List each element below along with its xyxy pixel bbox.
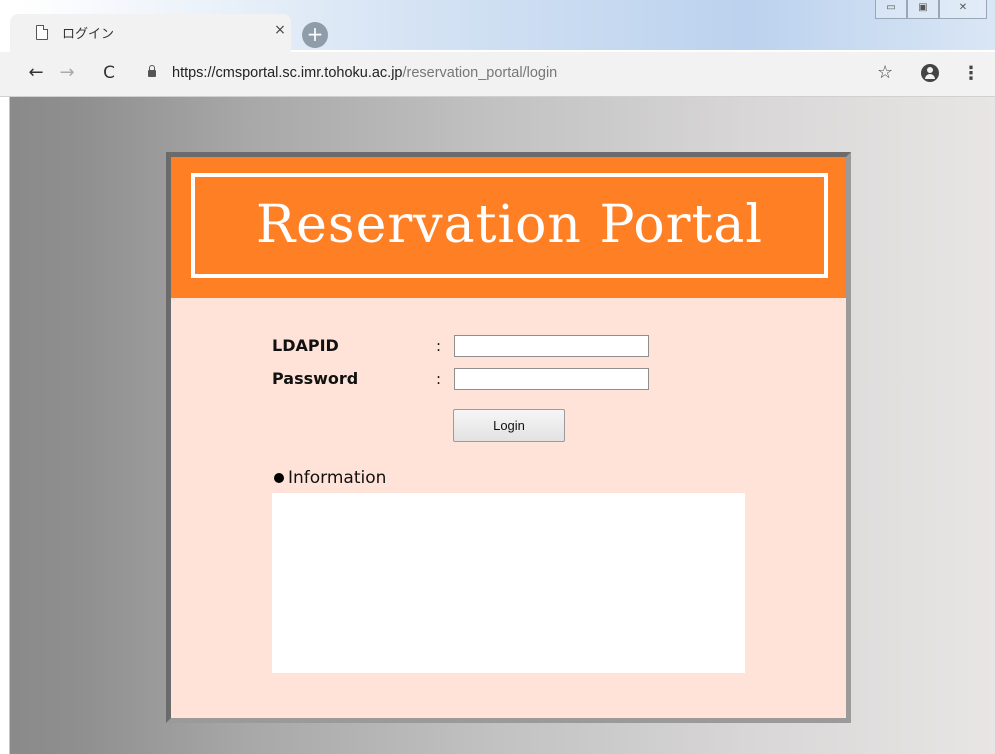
- url-text[interactable]: https://cmsportal.sc.imr.tohoku.ac.jp/re…: [172, 65, 557, 81]
- url-path: /reservation_portal/login: [402, 65, 558, 81]
- browser-toolbar: ← → C https://cmsportal.sc.imr.tohoku.ac…: [0, 52, 995, 97]
- information-box: [272, 493, 745, 673]
- close-window-button[interactable]: ✕: [939, 0, 987, 19]
- maximize-button[interactable]: ▣: [907, 0, 939, 19]
- password-input[interactable]: [454, 368, 649, 390]
- password-colon: :: [436, 370, 442, 388]
- minimize-button[interactable]: ▭: [875, 0, 907, 19]
- reload-icon[interactable]: C: [98, 62, 120, 84]
- forward-arrow-icon[interactable]: →: [56, 62, 78, 84]
- bookmark-star-icon[interactable]: ☆: [877, 62, 893, 84]
- tab-close-icon[interactable]: ×: [272, 22, 288, 38]
- browser-tab[interactable]: ログイン ×: [10, 14, 291, 52]
- ldapid-colon: :: [436, 337, 442, 355]
- ldapid-label: LDAPID: [272, 336, 339, 355]
- login-panel: Reservation Portal LDAPID : Password : L…: [166, 152, 851, 723]
- portal-banner: Reservation Portal: [171, 157, 846, 298]
- login-button[interactable]: Login: [453, 409, 565, 442]
- page-viewport: Reservation Portal LDAPID : Password : L…: [0, 97, 995, 754]
- password-label: Password: [272, 369, 359, 388]
- portal-title: Reservation Portal: [255, 195, 764, 255]
- address-bar[interactable]: https://cmsportal.sc.imr.tohoku.ac.jp/re…: [132, 58, 912, 90]
- ldapid-input[interactable]: [454, 335, 649, 357]
- window-controls: ▭ ▣ ✕: [875, 0, 987, 20]
- information-heading-text: Information: [288, 468, 387, 488]
- window-edge: [0, 0, 10, 50]
- tab-title: ログイン: [62, 27, 115, 42]
- browser-menu-icon[interactable]: ⋮: [962, 63, 980, 85]
- new-tab-button[interactable]: +: [302, 22, 328, 48]
- browser-titlebar: ログイン × + ▭ ▣ ✕: [0, 0, 995, 52]
- lock-icon[interactable]: [148, 65, 156, 77]
- bullet-icon: [274, 473, 284, 483]
- account-icon[interactable]: [921, 64, 939, 82]
- url-host: https://cmsportal.sc.imr.tohoku.ac.jp: [172, 65, 403, 81]
- back-arrow-icon[interactable]: ←: [25, 62, 47, 84]
- information-heading: Information: [274, 468, 386, 488]
- page-icon: [36, 24, 49, 40]
- banner-frame: Reservation Portal: [191, 173, 828, 278]
